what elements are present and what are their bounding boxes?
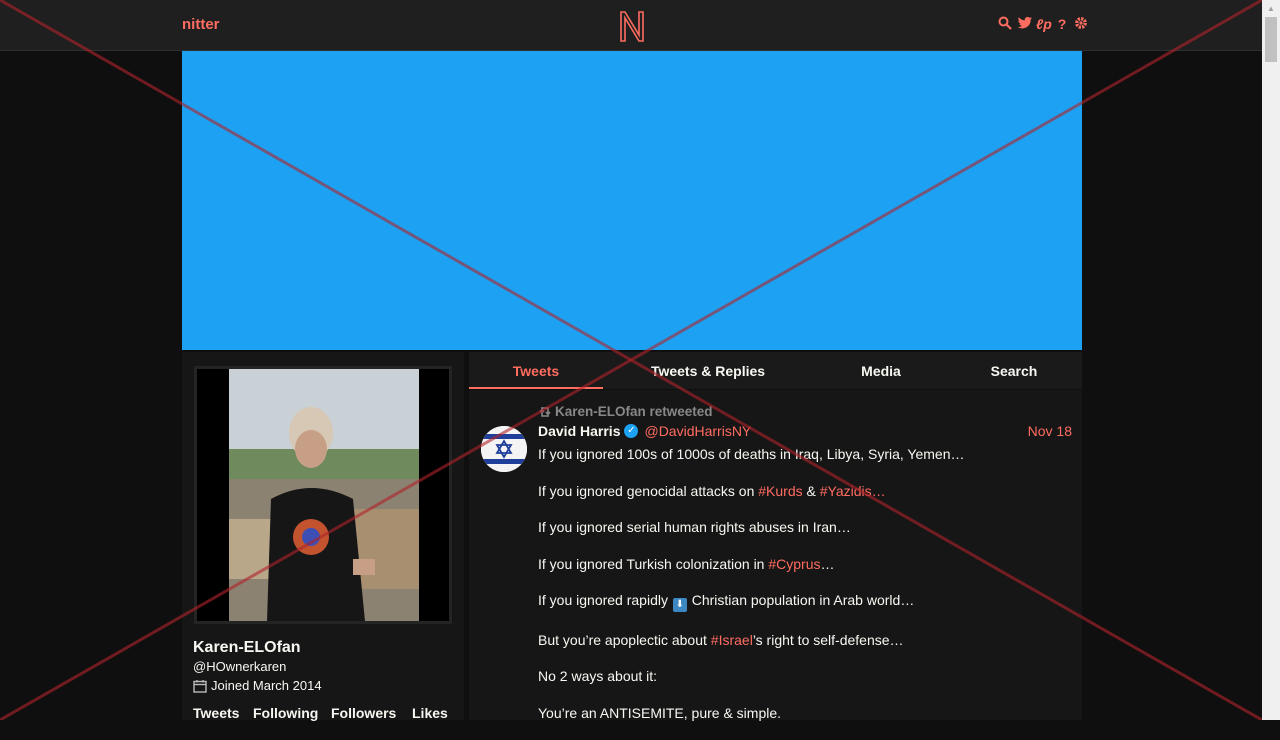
tweet-line: If you ignored Turkish colonization in #… [538, 555, 835, 572]
stat-following[interactable]: Following [253, 705, 331, 721]
retweet-label[interactable]: Karen-ELOfan retweeted [555, 404, 713, 419]
tweet-header: David Harris ✓ @DavidHarrisNY [538, 423, 751, 439]
nav-icon-group: ℓp ? [998, 16, 1088, 32]
top-navbar: nitter ℓp ? [0, 0, 1262, 51]
stat-tweets[interactable]: Tweets [193, 705, 253, 721]
profile-card: Karen-ELOfan @HOwnerkaren Joined March 2… [182, 352, 464, 721]
tweet-line: But you’re apoplectic about #Israel’s ri… [538, 631, 904, 648]
page-scrollbar[interactable]: ▲ [1262, 0, 1280, 720]
tweet-line: If you ignored rapidly ⬇ Christian popul… [538, 592, 915, 612]
hashtag-link[interactable]: #Israel [711, 632, 753, 648]
help-icon[interactable]: ? [1055, 16, 1069, 32]
profile-stats: Tweets Following Followers Likes [193, 705, 452, 721]
tweet-author-avatar[interactable] [481, 426, 527, 472]
brand-link[interactable]: nitter [182, 16, 220, 33]
timeline-tabs: Tweets Tweets & Replies Media Search [469, 352, 1082, 390]
verified-badge-icon: ✓ [624, 424, 639, 438]
scroll-up-icon[interactable]: ▲ [1262, 0, 1280, 17]
profile-avatar[interactable] [197, 369, 449, 621]
tweet-date[interactable]: Nov 18 [1028, 423, 1072, 439]
tab-tweets[interactable]: Tweets [469, 352, 603, 389]
hashtag-link[interactable]: #Yazidis [820, 483, 872, 499]
hashtag-link[interactable]: #Cyprus [768, 556, 820, 572]
profile-name[interactable]: Karen-ELOfan [193, 639, 301, 657]
tweet-line: If you ignored genocidal attacks on #Kur… [538, 482, 886, 499]
profile-banner[interactable] [182, 51, 1082, 350]
down-arrow-icon: ⬇ [672, 598, 687, 612]
tweet-author-name[interactable]: David Harris [538, 423, 620, 439]
joined-date: Joined March 2014 [211, 678, 322, 693]
calendar-icon [193, 679, 207, 693]
stat-likes[interactable]: Likes [412, 705, 452, 721]
tab-media[interactable]: Media [831, 352, 931, 389]
stat-followers[interactable]: Followers [331, 705, 412, 721]
search-icon[interactable] [998, 16, 1012, 32]
hashtag-link[interactable]: #Kurds [758, 483, 802, 499]
rss-icon[interactable]: ℓp [1036, 16, 1052, 32]
tweet-line: No 2 ways about it: [538, 668, 658, 684]
tweet-item[interactable]: Karen-ELOfan retweeted David Harris ✓ @D… [469, 390, 1082, 721]
scroll-thumb[interactable] [1265, 17, 1277, 62]
tab-search[interactable]: Search [969, 352, 1059, 389]
tweet-line: If you ignored serial human rights abuse… [538, 519, 851, 535]
tweet-body: If you ignored 100s of 1000s of deaths i… [538, 445, 1068, 740]
profile-handle[interactable]: @HOwnerkaren [193, 659, 286, 674]
timeline: Tweets Tweets & Replies Media Search Kar… [469, 352, 1082, 721]
nitter-logo[interactable] [618, 9, 646, 43]
tab-tweets-replies[interactable]: Tweets & Replies [633, 352, 783, 389]
settings-icon[interactable] [1074, 16, 1088, 32]
tweet-line: You’re an ANTISEMITE, pure & simple. [538, 704, 782, 721]
profile-avatar-frame [194, 366, 452, 624]
profile-joined: Joined March 2014 [193, 678, 322, 693]
tweet-author-handle[interactable]: @DavidHarrisNY [644, 423, 751, 439]
tweet-line: If you ignored 100s of 1000s of deaths i… [538, 446, 965, 462]
retweet-header: Karen-ELOfan retweeted [538, 404, 713, 419]
twitter-icon[interactable] [1017, 16, 1032, 32]
retweet-icon [539, 406, 551, 417]
